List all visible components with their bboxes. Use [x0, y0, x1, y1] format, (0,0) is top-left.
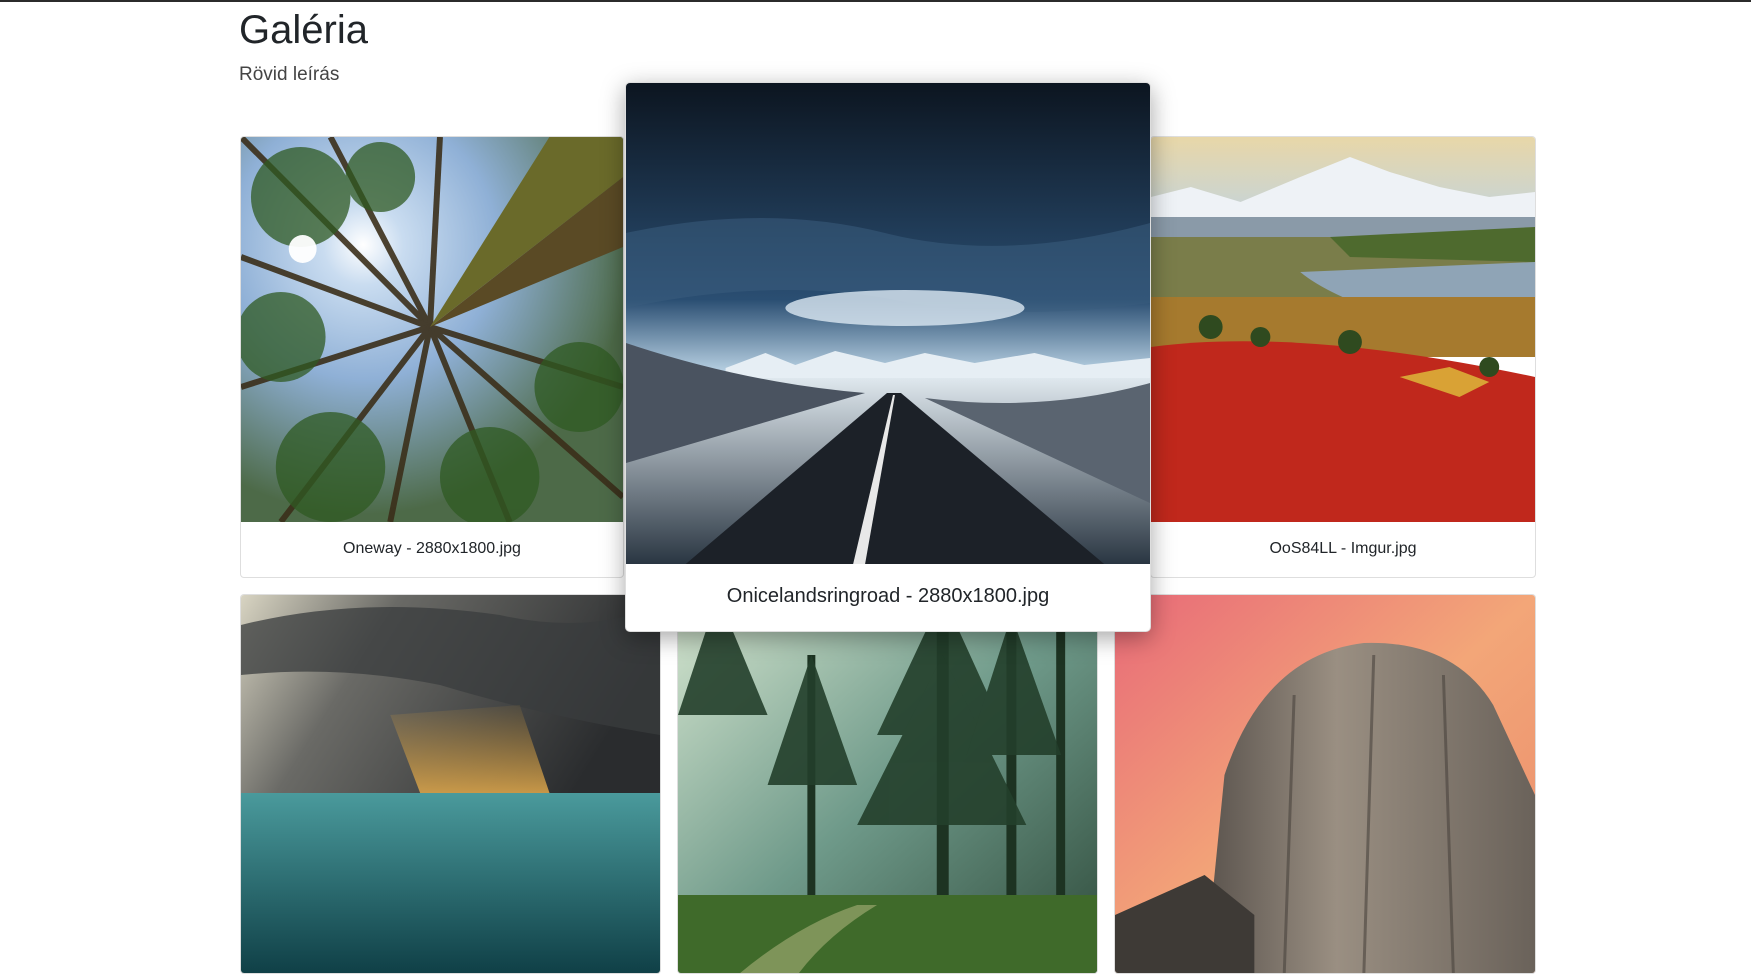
gallery-card[interactable] — [240, 594, 661, 974]
gallery-card[interactable]: OoS84LL - Imgur.jpg — [1150, 136, 1536, 578]
gallery-card[interactable] — [1114, 594, 1536, 974]
page-title: Galéria — [239, 8, 368, 52]
gallery-card-zoomed[interactable]: Onicelandsringroad - 2880x1800.jpg — [625, 82, 1151, 632]
gallery-caption: Onicelandsringroad - 2880x1800.jpg — [726, 585, 1050, 607]
gallery-image-iceland-road[interactable] — [626, 83, 1150, 564]
gallery-caption: OoS84LL - Imgur.jpg — [1269, 540, 1417, 557]
gallery-image-half-dome[interactable] — [1115, 595, 1535, 973]
gallery-page: Galéria Rövid leírás Oneway - 2880x1800.… — [0, 0, 1751, 974]
gallery-card[interactable] — [677, 594, 1098, 974]
gallery-caption: Oneway - 2880x1800.jpg — [343, 540, 521, 557]
page-subtitle: Rövid leírás — [239, 64, 340, 85]
top-border — [0, 0, 1751, 2]
gallery-image-misty-forest[interactable] — [678, 595, 1097, 973]
gallery-card[interactable]: Oneway - 2880x1800.jpg — [240, 136, 624, 578]
gallery-image-mountain-lake[interactable] — [1151, 137, 1535, 522]
gallery-image-forest-canopy[interactable] — [241, 137, 623, 522]
gallery-image-storm-sea[interactable] — [241, 595, 660, 973]
